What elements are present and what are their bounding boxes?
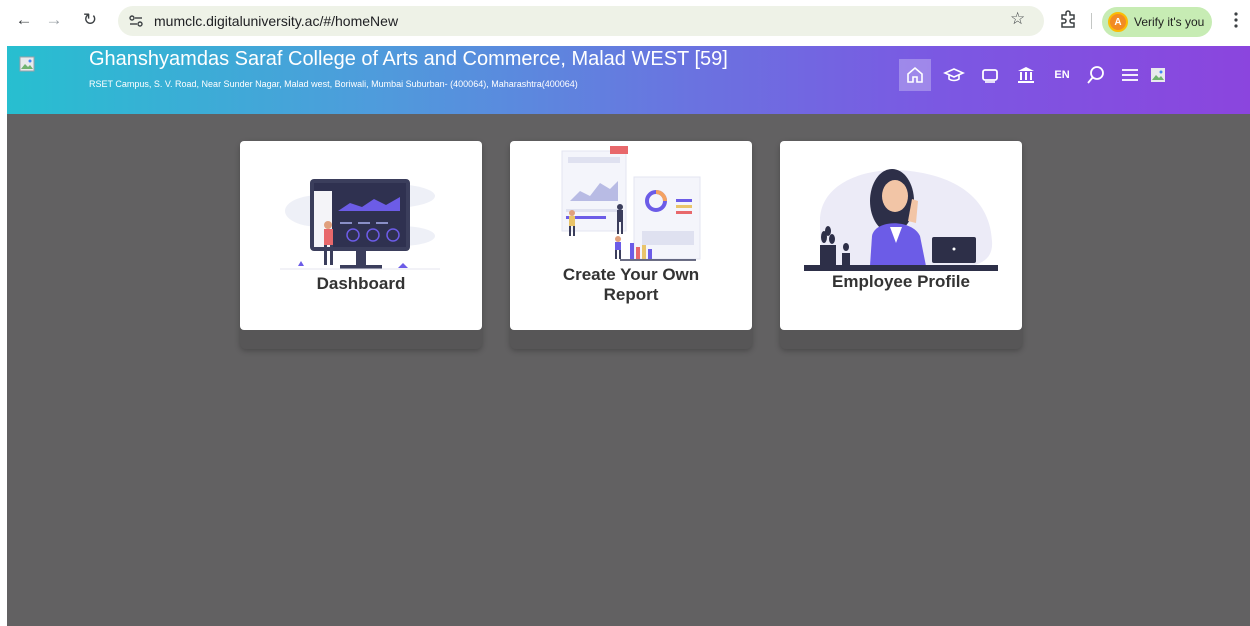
dashboard-illustration xyxy=(280,179,440,270)
employee-illustration xyxy=(804,169,998,271)
bookmark-star-icon[interactable]: ☆ xyxy=(1010,9,1030,29)
address-bar[interactable]: mumclc.digitaluniversity.ac/#/homeNew xyxy=(118,6,1044,36)
employee-card-wrapper: Employee Profile xyxy=(780,141,1022,349)
college-name: Ghanshyamdas Saraf College of Arts and C… xyxy=(89,48,728,70)
employee-profile-card[interactable]: Employee Profile xyxy=(780,141,1022,330)
college-address: RSET Campus, S. V. Road, Near Sunder Nag… xyxy=(89,79,578,89)
url-text[interactable]: mumclc.digitaluniversity.ac/#/homeNew xyxy=(154,13,398,29)
college-logo-icon xyxy=(19,56,35,72)
dashboard-card[interactable]: Dashboard xyxy=(240,141,482,330)
institution-icon[interactable] xyxy=(1011,60,1041,90)
reload-icon[interactable]: ↻ xyxy=(78,8,102,32)
menu-icon[interactable] xyxy=(1115,60,1145,90)
extensions-icon[interactable] xyxy=(1058,9,1078,29)
report-card-wrapper: Create Your Own Report xyxy=(510,141,752,349)
more-menu-icon[interactable] xyxy=(1228,10,1244,30)
create-report-card-title-line1: Create Your Own xyxy=(562,265,700,284)
create-report-card[interactable]: Create Your Own Report xyxy=(510,141,752,330)
language-icon[interactable]: EN xyxy=(1047,60,1077,90)
create-report-card-title-line2: Report xyxy=(603,285,659,304)
employee-profile-card-title: Employee Profile xyxy=(832,272,970,291)
main-content: Dashboard Create Your Own Report Employe… xyxy=(7,114,1250,626)
graduation-cap-icon[interactable] xyxy=(939,60,969,90)
browser-toolbar: ← → ↻ mumclc.digitaluniversity.ac/#/home… xyxy=(0,0,1250,46)
account-avatar: A xyxy=(1108,12,1128,32)
site-info-icon[interactable] xyxy=(128,13,144,29)
forward-arrow-icon[interactable]: → xyxy=(42,8,66,32)
verify-identity-button[interactable]: A Verify it's you xyxy=(1102,7,1212,37)
search-icon[interactable] xyxy=(1081,60,1111,90)
window-icon[interactable] xyxy=(975,60,1005,90)
app-header: Ghanshyamdas Saraf College of Arts and C… xyxy=(7,46,1250,114)
dashboard-card-wrapper: Dashboard xyxy=(240,141,482,349)
toolbar-separator xyxy=(1091,13,1092,29)
dashboard-card-title: Dashboard xyxy=(316,274,406,293)
back-arrow-icon[interactable]: ← xyxy=(12,8,36,32)
verify-label: Verify it's you xyxy=(1134,15,1205,29)
profile-image-icon[interactable] xyxy=(1147,60,1169,90)
home-icon[interactable] xyxy=(899,59,931,91)
